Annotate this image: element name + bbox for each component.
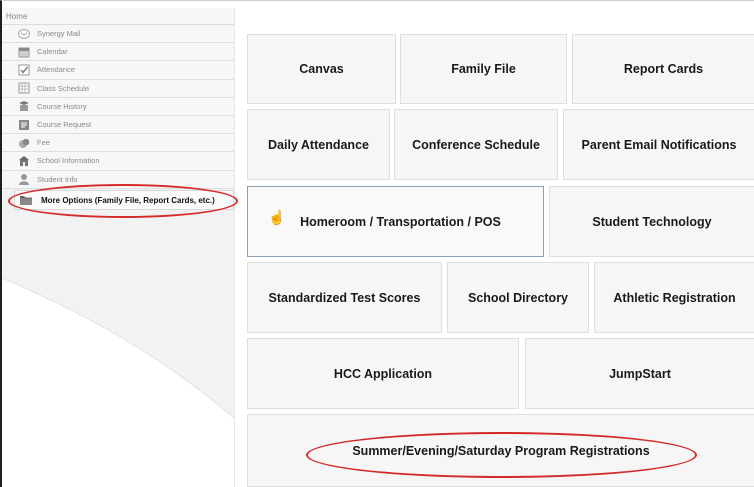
sidebar-item-calendar[interactable]: Calendar	[2, 43, 234, 62]
sidebar-item-label: Home	[6, 12, 28, 21]
mail-icon	[18, 28, 30, 40]
sidebar-item-label: Student Info	[37, 174, 78, 184]
sidebar-item-class-schedule[interactable]: Class Schedule	[2, 79, 234, 98]
tile-label: Family File	[451, 62, 516, 76]
tile-label: Conference Schedule	[412, 137, 540, 152]
main-content: Canvas Family File Report Cards Daily At…	[234, 8, 754, 487]
schedule-icon	[18, 82, 30, 94]
tile-label: Summer/Evening/Saturday Program Registra…	[352, 443, 650, 458]
tile-label: School Directory	[467, 290, 569, 305]
tile-label: Student Technology	[592, 214, 712, 229]
sidebar-item-student-info[interactable]: Student Info	[2, 170, 234, 189]
sidebar-item-school-information[interactable]: School Information	[2, 152, 234, 171]
tile-homeroom-transportation-pos[interactable]: ☝ Homeroom / Transportation / POS	[247, 186, 544, 257]
sidebar: Home Synergy Mail Calendar Attendance Cl	[2, 8, 234, 487]
tile-label: Athletic Registration	[613, 290, 736, 305]
tile-label: Daily Attendance	[268, 137, 369, 152]
sidebar-item-label: School Information	[37, 156, 100, 166]
tile-label: JumpStart	[609, 366, 671, 381]
sidebar-nav: Home Synergy Mail Calendar Attendance Cl	[2, 8, 234, 189]
tile-school-directory[interactable]: School Directory	[447, 262, 589, 333]
sidebar-item-label: Synergy Mail	[37, 29, 81, 39]
tile-label: Canvas	[299, 62, 344, 76]
sidebar-item-home[interactable]: Home	[2, 8, 234, 25]
school-icon	[18, 155, 30, 167]
tile-label: Parent Email Notifications	[581, 137, 737, 152]
more-options-button[interactable]: More Options (Family File, Report Cards,…	[14, 190, 234, 210]
tile-daily-attendance[interactable]: Daily Attendance	[247, 109, 390, 180]
folder-icon	[19, 193, 33, 207]
tile-parent-email-notifications[interactable]: Parent Email Notifications	[563, 109, 754, 180]
cursor-hand-icon: ☝	[268, 209, 286, 225]
tile-report-cards[interactable]: Report Cards	[572, 34, 754, 104]
sidebar-item-label: Course History	[37, 101, 87, 111]
sidebar-item-label: Course Request	[37, 120, 92, 130]
tile-summer-evening-saturday-program-registrations[interactable]: Summer/Evening/Saturday Program Registra…	[247, 414, 754, 487]
tile-student-technology[interactable]: Student Technology	[549, 186, 754, 257]
tile-label: Standardized Test Scores	[268, 290, 421, 305]
sidebar-item-label: Class Schedule	[37, 83, 90, 93]
sidebar-item-fee[interactable]: Fee	[2, 134, 234, 153]
tile-hcc-application[interactable]: HCC Application	[247, 338, 519, 409]
tile-conference-schedule[interactable]: Conference Schedule	[394, 109, 558, 180]
tile-athletic-registration[interactable]: Athletic Registration	[594, 262, 754, 333]
sidebar-item-label: Attendance	[37, 65, 75, 75]
course-request-icon	[18, 119, 30, 131]
sidebar-item-course-request[interactable]: Course Request	[2, 115, 234, 135]
sidebar-item-attendance[interactable]: Attendance	[2, 61, 234, 80]
calendar-icon	[18, 46, 30, 58]
tile-label: Homeroom / Transportation / POS	[300, 214, 501, 229]
more-options-label: More Options (Family File, Report Cards,…	[41, 195, 215, 205]
sidebar-item-label: Calendar	[37, 47, 68, 57]
tile-label: HCC Application	[333, 366, 433, 381]
sidebar-item-synergy-mail[interactable]: Synergy Mail	[2, 25, 234, 44]
tile-jumpstart[interactable]: JumpStart	[525, 338, 754, 409]
tile-label: Report Cards	[623, 62, 704, 76]
student-icon	[18, 173, 30, 186]
checkbox-icon	[18, 64, 30, 76]
sidebar-item-course-history[interactable]: Course History	[2, 97, 234, 116]
sidebar-item-label: Fee	[37, 138, 50, 148]
coins-icon	[18, 137, 30, 149]
history-icon	[18, 100, 30, 112]
tile-standardized-test-scores[interactable]: Standardized Test Scores	[247, 262, 442, 333]
tile-canvas[interactable]: Canvas	[247, 34, 396, 104]
tile-family-file[interactable]: Family File	[400, 34, 567, 104]
